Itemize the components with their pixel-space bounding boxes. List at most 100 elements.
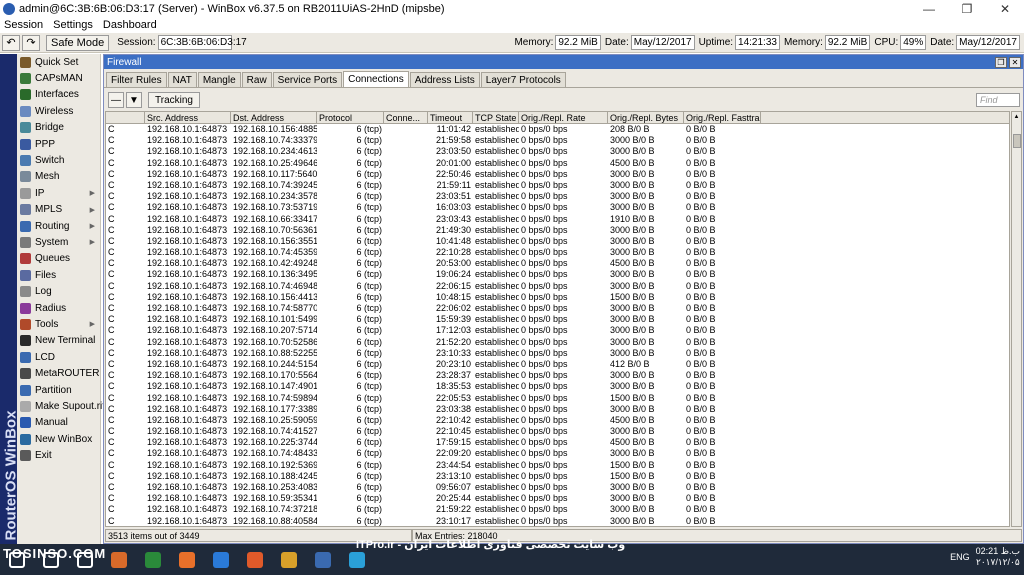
table-row[interactable]: C 192.168.10.1:64873 192.168.10.74:41527 6 … — [106, 426, 1009, 437]
sidebar-item-log[interactable]: Log — [17, 283, 100, 299]
table-row[interactable]: C 192.168.10.1:64873 192.168.10.74:48433 6 … — [106, 448, 1009, 459]
app-icon[interactable] — [240, 548, 270, 572]
table-row[interactable]: C 192.168.10.1:64873 192.168.10.74:33379 6 … — [106, 135, 1009, 146]
table-row[interactable]: C 192.168.10.1:64873 192.168.10.74:39245 6 … — [106, 180, 1009, 191]
sidebar-item-tools[interactable]: Tools ▶ — [17, 316, 100, 332]
sidebar-item-partition[interactable]: Partition — [17, 382, 100, 398]
sidebar-item-quick-set[interactable]: Quick Set — [17, 54, 100, 70]
vertical-scrollbar[interactable]: ▲ — [1011, 111, 1022, 527]
table-row[interactable]: C 192.168.10.1:64873 192.168.10.156:44131 6… — [106, 292, 1009, 303]
table-row[interactable]: C 192.168.10.1:64873 192.168.10.70:56361 6 … — [106, 225, 1009, 236]
table-row[interactable]: C 192.168.10.1:64873 192.168.10.74:59894 6 … — [106, 393, 1009, 404]
column-header[interactable]: Conne... — [384, 112, 428, 123]
column-header[interactable]: Orig./Repl. Fasttra... — [684, 112, 761, 123]
sidebar-item-system[interactable]: System ▶ — [17, 234, 100, 250]
table-row[interactable]: C 192.168.10.1:64873 192.168.10.88:52255 6 … — [106, 348, 1009, 359]
sidebar-item-metarouter[interactable]: MetaROUTER — [17, 365, 100, 381]
app-icon[interactable] — [138, 548, 168, 572]
column-header[interactable]: Orig./Repl. Rate — [519, 112, 608, 123]
column-header[interactable]: Orig./Repl. Bytes — [608, 112, 684, 123]
table-row[interactable]: C 192.168.10.1:64873 192.168.10.156:35513 6… — [106, 236, 1009, 247]
table-row[interactable]: C 192.168.10.1:64873 192.168.10.177:33899 6… — [106, 404, 1009, 415]
sidebar-item-switch[interactable]: Switch — [17, 152, 100, 168]
sidebar-item-new-winbox[interactable]: New WinBox — [17, 431, 100, 447]
column-header[interactable]: Protocol — [317, 112, 384, 123]
column-header[interactable] — [106, 112, 145, 123]
app-icon[interactable] — [104, 548, 134, 572]
winbox-icon[interactable] — [308, 548, 338, 572]
table-row[interactable]: C 192.168.10.1:64873 192.168.10.207:57144 6… — [106, 325, 1009, 336]
telegram-icon[interactable] — [342, 548, 372, 572]
sidebar-item-queues[interactable]: Queues — [17, 251, 100, 267]
sidebar-item-bridge[interactable]: Bridge — [17, 120, 100, 136]
sidebar-item-manual[interactable]: Manual — [17, 415, 100, 431]
table-row[interactable]: C 192.168.10.1:64873 192.168.10.147:49014 6… — [106, 381, 1009, 392]
table-row[interactable]: C 192.168.10.1:64873 192.168.10.88:40584 6 … — [106, 516, 1009, 526]
filter-icon[interactable]: ▼ — [126, 92, 142, 108]
sidebar-item-ip[interactable]: IP ▶ — [17, 185, 100, 201]
safe-mode-button[interactable]: Safe Mode — [46, 34, 110, 51]
table-row[interactable]: C 192.168.10.1:64873 192.168.10.136:34959 6… — [106, 269, 1009, 280]
find-input[interactable]: Find — [976, 93, 1020, 107]
tab-address-lists[interactable]: Address Lists — [409, 72, 480, 87]
table-row[interactable]: C 192.168.10.1:64873 192.168.10.42:49248 6 … — [106, 258, 1009, 269]
sidebar-item-mesh[interactable]: Mesh — [17, 169, 100, 185]
table-row[interactable]: C 192.168.10.1:64873 192.168.10.101:54991 6… — [106, 314, 1009, 325]
column-header[interactable]: Dst. Address — [231, 112, 317, 123]
column-header[interactable]: Src. Address — [145, 112, 231, 123]
table-row[interactable]: C 192.168.10.1:64873 192.168.10.74:46948 6 … — [106, 281, 1009, 292]
table-row[interactable]: C 192.168.10.1:64873 192.168.10.70:52586 6 … — [106, 337, 1009, 348]
table-row[interactable]: C 192.168.10.1:64873 192.168.10.25:59059 6 … — [106, 415, 1009, 426]
restore-button[interactable]: ❐ — [948, 0, 986, 17]
sidebar-item-files[interactable]: Files — [17, 267, 100, 283]
sidebar-item-routing[interactable]: Routing ▶ — [17, 218, 100, 234]
table-row[interactable]: C 192.168.10.1:64873 192.168.10.25:49646 6 … — [106, 158, 1009, 169]
table-row[interactable]: C 192.168.10.1:64873 192.168.10.74:45359 6 … — [106, 247, 1009, 258]
table-row[interactable]: C 192.168.10.1:64873 192.168.10.253:40839 6… — [106, 482, 1009, 493]
redo-button[interactable]: ↷ — [22, 34, 40, 51]
window-restore-icon[interactable]: ❐ — [995, 56, 1007, 68]
tab-nat[interactable]: NAT — [167, 72, 197, 87]
table-row[interactable]: C 192.168.10.1:64873 192.168.10.244:51540 6… — [106, 359, 1009, 370]
sidebar-item-exit[interactable]: Exit — [17, 447, 100, 463]
table-row[interactable]: C 192.168.10.1:64873 192.168.10.192:53696 6… — [106, 460, 1009, 471]
tab-layer7-protocols[interactable]: Layer7 Protocols — [480, 72, 566, 87]
table-row[interactable]: C 192.168.10.1:64873 192.168.10.73:53719 6 … — [106, 202, 1009, 213]
sidebar-item-capsman[interactable]: CAPsMAN — [17, 70, 100, 86]
scroll-up-icon[interactable]: ▲ — [1012, 112, 1021, 122]
sidebar-item-interfaces[interactable]: Interfaces — [17, 87, 100, 103]
close-button[interactable]: ✕ — [986, 0, 1024, 17]
clock[interactable]: 02:21 ب.ظ ۲۰۱۷/۱۲/۰۵ — [976, 546, 1020, 568]
language-indicator[interactable]: ENG — [950, 552, 970, 562]
menu-session[interactable]: Session — [4, 19, 43, 31]
remove-icon[interactable]: — — [108, 92, 124, 108]
undo-button[interactable]: ↶ — [2, 34, 20, 51]
table-row[interactable]: C 192.168.10.1:64873 192.168.10.225:37441 6… — [106, 437, 1009, 448]
tab-service-ports[interactable]: Service Ports — [272, 72, 343, 87]
table-row[interactable]: C 192.168.10.1:64873 192.168.10.74:58770 6 … — [106, 303, 1009, 314]
table-row[interactable]: C 192.168.10.1:64873 192.168.10.74:37218 6 … — [106, 504, 1009, 515]
sidebar-item-new-terminal[interactable]: New Terminal — [17, 333, 100, 349]
table-row[interactable]: C 192.168.10.1:64873 192.168.10.117:56402 6… — [106, 169, 1009, 180]
sidebar-item-wireless[interactable]: Wireless — [17, 103, 100, 119]
app-icon[interactable] — [274, 548, 304, 572]
tab-mangle[interactable]: Mangle — [197, 72, 241, 87]
tab-raw[interactable]: Raw — [241, 72, 272, 87]
menu-dashboard[interactable]: Dashboard — [103, 19, 157, 31]
minimize-button[interactable]: — — [910, 0, 948, 17]
menu-settings[interactable]: Settings — [53, 19, 93, 31]
sidebar-item-ppp[interactable]: PPP — [17, 136, 100, 152]
sidebar-item-mpls[interactable]: MPLS ▶ — [17, 202, 100, 218]
table-row[interactable]: C 192.168.10.1:64873 192.168.10.234:35785 6… — [106, 191, 1009, 202]
column-header[interactable]: Timeout — [428, 112, 473, 123]
sidebar-item-make-supout-rif[interactable]: Make Supout.rif — [17, 398, 105, 414]
table-row[interactable]: C 192.168.10.1:64873 192.168.10.170:55646 6… — [106, 370, 1009, 381]
sidebar-item-lcd[interactable]: LCD — [17, 349, 100, 365]
table-row[interactable]: C 192.168.10.1:64873 192.168.10.234:46138 6… — [106, 146, 1009, 157]
window-close-icon[interactable]: ✕ — [1009, 56, 1021, 68]
edge-icon[interactable] — [206, 548, 236, 572]
tracking-button[interactable]: Tracking — [148, 92, 200, 108]
scroll-thumb[interactable] — [1013, 134, 1021, 148]
table-row[interactable]: C 192.168.10.1:64873 192.168.10.59:35341 6 … — [106, 493, 1009, 504]
sidebar-item-radius[interactable]: Radius — [17, 300, 100, 316]
